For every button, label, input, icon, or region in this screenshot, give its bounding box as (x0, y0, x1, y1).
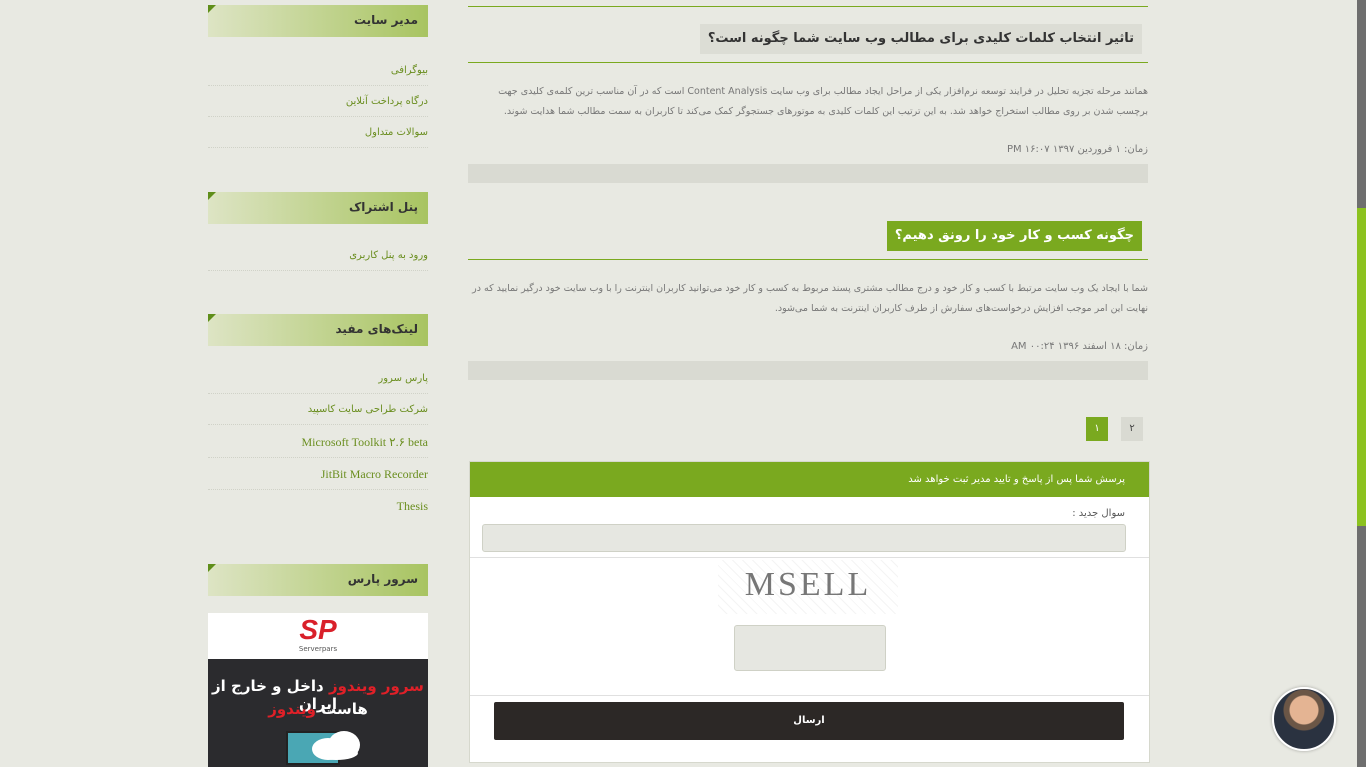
post-1-date: زمان: ۱ فروردین ۱۳۹۷ ۱۶:۰۷ PM (1006, 144, 1148, 155)
post-2-title[interactable]: چگونه کسب و کار خود را رونق دهیم؟ (886, 221, 1142, 251)
serverpars-logo: SP (299, 614, 337, 645)
captcha-image: MSELL (718, 560, 898, 614)
sidebar-link-biography[interactable]: بیوگرافی (208, 55, 428, 86)
support-avatar[interactable] (1272, 687, 1336, 751)
post-2-footer-bar (468, 361, 1148, 380)
captcha-input[interactable] (734, 625, 886, 671)
sidebar-link-parsserver[interactable]: پارس سرور (208, 363, 428, 394)
scrollbar-thumb[interactable] (1357, 208, 1366, 526)
post-2-date: زمان: ۱۸ اسفند ۱۳۹۶ ۰۰:۲۴ AM (1011, 341, 1148, 352)
post-1-footer-bar (468, 164, 1148, 183)
sidebar-useful-header: لینک‌های مفید (208, 314, 428, 346)
ad-line-1-red: سرور ویندوز (328, 677, 424, 695)
question-input[interactable] (482, 524, 1126, 552)
sidebar-admin-header: مدیر سایت (208, 5, 428, 37)
post-1-top-line (468, 6, 1148, 7)
sidebar-useful-title: لینک‌های مفید (335, 322, 419, 336)
sidebar-pars-header: سرور پارس (208, 564, 428, 596)
sidebar-link-faq[interactable]: سوالات متداول (208, 117, 428, 148)
form-divider-1 (470, 557, 1149, 558)
sidebar-pars-title: سرور پارس (347, 572, 418, 586)
page-1-button[interactable]: ۱ (1086, 417, 1108, 441)
sidebar-admin-title: مدیر سایت (353, 13, 418, 27)
post-2-title-line (468, 259, 1148, 260)
question-label: سوال جدید : (1072, 508, 1125, 519)
sidebar-link-kaspid[interactable]: شرکت طراحی سایت کاسپید (208, 394, 428, 425)
sidebar-link-jitbit[interactable]: JitBit Macro Recorder (208, 459, 428, 490)
cloud-icon (312, 731, 360, 760)
form-divider-2 (470, 695, 1149, 696)
sidebar-link-thesis[interactable]: Thesis (208, 491, 428, 522)
sidebar-panel-header: پنل اشتراک (208, 192, 428, 224)
form-header-text: پرسش شما پس از پاسخ و تایید مدیر ثبت خوا… (908, 474, 1125, 485)
ad-line-2: هاست ویندوز (208, 700, 428, 718)
sidebar-link-login[interactable]: ورود به پنل کاربری (208, 240, 428, 271)
serverpars-ad-banner[interactable]: SP Serverpars سرور ویندوز داخل و خارج از… (208, 613, 428, 767)
post-1-title[interactable]: تاثیر انتخاب کلمات کلیدی برای مطالب وب س… (699, 24, 1142, 54)
post-2-body: شما با ایجاد یک وب سایت مرتبط با کسب و ک… (472, 283, 1148, 314)
sidebar-link-payment[interactable]: درگاه پرداخت آنلاین (208, 86, 428, 117)
ad-line-2-red: ویندوز (268, 700, 316, 718)
serverpars-brand: Serverpars (298, 645, 338, 653)
post-1-body: همانند مرحله تجزیه تحلیل در فرایند توسعه… (498, 86, 1148, 117)
sidebar-panel-title: پنل اشتراک (349, 200, 418, 214)
page-2-button[interactable]: ۲ (1121, 417, 1143, 441)
form-header: پرسش شما پس از پاسخ و تایید مدیر ثبت خوا… (470, 462, 1149, 497)
question-form: پرسش شما پس از پاسخ و تایید مدیر ثبت خوا… (469, 461, 1150, 763)
submit-button[interactable]: ارسال (494, 702, 1124, 740)
ad-line-2-white: هاست (315, 700, 368, 718)
sidebar-link-mstoolkit[interactable]: Microsoft Toolkit ۲.۶ beta (208, 427, 428, 458)
post-1-title-line (468, 62, 1148, 63)
